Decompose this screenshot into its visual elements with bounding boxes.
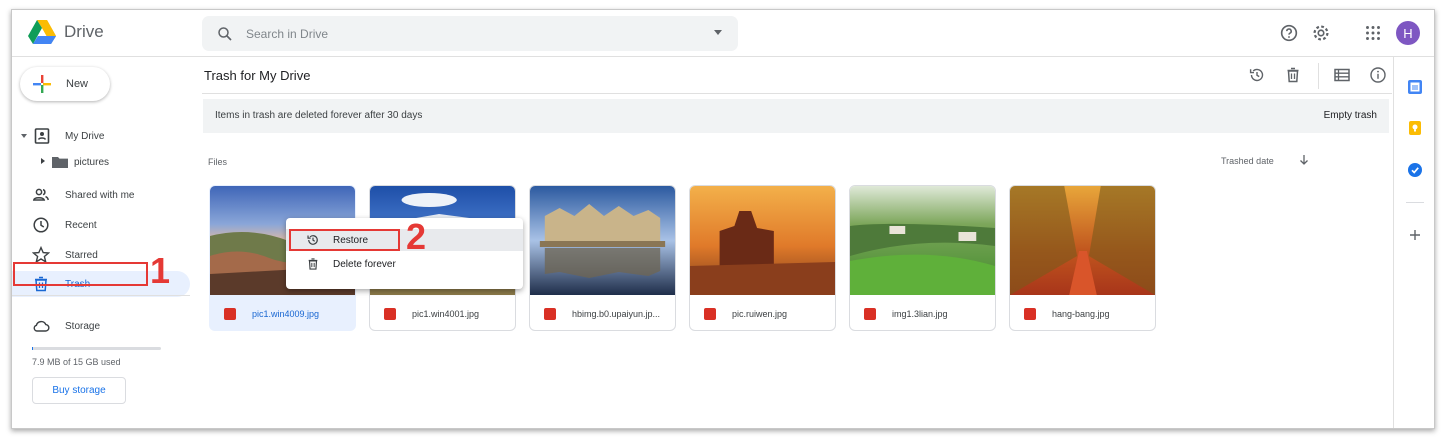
- clock-icon: [33, 217, 49, 233]
- my-drive-icon: [34, 128, 50, 144]
- annotation-box-restore: [289, 229, 400, 251]
- settings-icon[interactable]: [1310, 22, 1332, 44]
- sidebar-divider: [12, 295, 190, 296]
- drive-logo[interactable]: Drive: [28, 20, 104, 44]
- annotation-box-trash: [13, 262, 148, 286]
- avatar[interactable]: H: [1396, 21, 1420, 45]
- top-bar: Drive H: [12, 10, 1434, 57]
- banner-message: Items in trash are deleted forever after…: [215, 110, 423, 121]
- search-input[interactable]: [246, 26, 686, 41]
- expand-arrow-icon[interactable]: [21, 134, 27, 138]
- new-button[interactable]: New: [20, 67, 110, 101]
- delete-forever-icon[interactable]: [1284, 66, 1302, 84]
- buy-storage-button[interactable]: Buy storage: [32, 377, 126, 404]
- side-panel-rail: [1393, 57, 1434, 428]
- file-thumbnail: [1010, 186, 1155, 295]
- sidebar-item-label: Storage: [65, 320, 101, 332]
- storage-usage-text: 7.9 MB of 15 GB used: [32, 357, 121, 367]
- file-thumbnail: [690, 186, 835, 295]
- file-thumbnail: [530, 186, 675, 295]
- keep-icon[interactable]: [1407, 120, 1423, 136]
- page-title: Trash for My Drive: [204, 68, 311, 83]
- file-name: img1.3lian.jpg: [892, 308, 948, 319]
- storage-progress-fill: [32, 347, 33, 350]
- file-name: pic1.win4001.jpg: [412, 308, 480, 319]
- file-caption: hbimg.b0.upaiyun.jp...: [530, 295, 675, 330]
- image-file-icon: [864, 307, 876, 320]
- arrow-down-icon[interactable]: [1297, 153, 1311, 167]
- shared-icon: [32, 188, 49, 201]
- file-caption: pic1.win4009.jpg: [210, 295, 355, 330]
- calendar-icon[interactable]: [1407, 79, 1423, 95]
- list-view-icon[interactable]: [1333, 66, 1351, 84]
- file-caption: img1.3lian.jpg: [850, 295, 995, 330]
- sidebar-item-label: Shared with me: [65, 189, 135, 201]
- file-name: pic1.win4009.jpg: [252, 308, 320, 319]
- sort-by-label[interactable]: Trashed date: [1221, 156, 1274, 166]
- image-file-icon: [224, 307, 236, 320]
- plus-icon: [33, 75, 51, 93]
- toolbar-divider: [1318, 63, 1319, 89]
- file-thumbnail: [850, 186, 995, 295]
- new-button-label: New: [66, 78, 89, 90]
- file-card[interactable]: hang-bang.jpg: [1009, 185, 1156, 331]
- file-card[interactable]: hbimg.b0.upaiyun.jp...: [529, 185, 676, 331]
- image-file-icon: [544, 307, 556, 320]
- trash-icon: [308, 258, 318, 270]
- trash-info-banner: Items in trash are deleted forever after…: [203, 99, 1389, 133]
- sidebar-item-my-drive[interactable]: My Drive: [12, 123, 190, 149]
- file-card[interactable]: img1.3lian.jpg: [849, 185, 996, 331]
- drive-window: Drive H New My Drive: [11, 9, 1435, 429]
- tasks-icon[interactable]: [1407, 162, 1423, 178]
- help-icon[interactable]: [1278, 22, 1300, 44]
- sidebar-item-recent[interactable]: Recent: [12, 212, 190, 238]
- image-file-icon: [384, 307, 396, 320]
- file-name: pic.ruiwen.jpg: [732, 308, 788, 319]
- sidebar-item-storage[interactable]: Storage: [12, 313, 190, 339]
- file-card[interactable]: pic.ruiwen.jpg: [689, 185, 836, 331]
- search-options-icon[interactable]: [714, 30, 722, 35]
- drive-logo-icon: [28, 20, 56, 44]
- info-icon[interactable]: [1369, 66, 1387, 84]
- storage-progress-bar: [32, 347, 161, 350]
- search-icon[interactable]: [216, 25, 234, 43]
- sidebar-item-label: pictures: [74, 156, 110, 168]
- header-divider: [202, 93, 1392, 94]
- delete-forever-menu-item[interactable]: Delete forever: [286, 253, 523, 275]
- sidebar: New My Drive pictures Shared with me Rec…: [12, 57, 202, 428]
- delete-forever-label: Delete forever: [333, 258, 396, 270]
- annotation-number-1: 1: [150, 250, 171, 291]
- image-file-icon: [704, 307, 716, 320]
- search-box[interactable]: [202, 16, 738, 51]
- annotation-number-2: 2: [406, 216, 427, 257]
- file-name: hang-bang.jpg: [1052, 308, 1110, 319]
- apps-grid-icon[interactable]: [1362, 22, 1384, 44]
- file-name: hbimg.b0.upaiyun.jp...: [572, 308, 661, 319]
- app-name: Drive: [64, 22, 104, 41]
- sidebar-item-pictures[interactable]: pictures: [12, 149, 190, 175]
- empty-trash-button[interactable]: Empty trash: [1324, 110, 1377, 121]
- files-section-label: Files: [208, 157, 228, 167]
- sidebar-item-shared[interactable]: Shared with me: [12, 182, 190, 208]
- file-caption: pic1.win4001.jpg: [370, 295, 515, 330]
- folder-icon: [52, 157, 68, 168]
- sidebar-item-label: Starred: [65, 249, 98, 261]
- expand-arrow-icon[interactable]: [41, 158, 45, 164]
- cloud-icon: [33, 320, 50, 332]
- add-icon[interactable]: [1407, 227, 1423, 243]
- restore-history-icon[interactable]: [1248, 66, 1266, 84]
- sidebar-item-label: Recent: [65, 219, 97, 231]
- image-file-icon: [1024, 307, 1036, 320]
- sidebar-item-label: My Drive: [65, 130, 105, 142]
- file-caption: pic.ruiwen.jpg: [690, 295, 835, 330]
- file-caption: hang-bang.jpg: [1010, 295, 1155, 330]
- rail-divider: [1406, 202, 1424, 203]
